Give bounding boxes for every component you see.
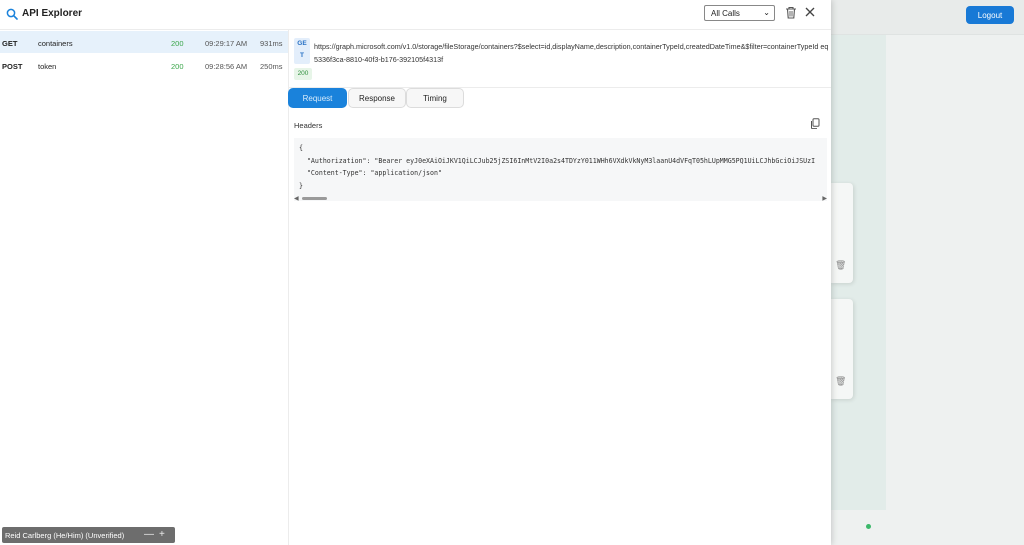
background-page: Logout 🗑 🗑 — [831, 0, 1024, 545]
call-duration: 931ms — [260, 39, 283, 48]
call-time: 09:28:56 AM — [205, 62, 248, 71]
call-status: 200 — [171, 62, 184, 71]
tab-response[interactable]: Response — [348, 88, 406, 108]
call-method: GET — [2, 39, 18, 48]
api-explorer-panel: API Explorer All Calls ⌄ GET containers … — [0, 0, 831, 545]
background-header: Logout — [831, 0, 1024, 35]
close-icon[interactable] — [804, 6, 816, 18]
call-method: POST — [2, 62, 23, 71]
tab-timing[interactable]: Timing — [406, 88, 464, 108]
call-name: token — [38, 62, 57, 71]
headers-code-block: { "Authorization": "Bearer eyJ0eXAiOiJKV… — [294, 138, 827, 201]
status-badge: 200 — [294, 68, 312, 80]
scroll-left-icon[interactable]: ◀ — [294, 195, 299, 202]
scrollbar-thumb[interactable] — [302, 197, 327, 200]
horizontal-scrollbar[interactable]: ◀ ▶ — [294, 195, 827, 202]
trash-icon[interactable] — [785, 6, 797, 19]
headers-label: Headers — [294, 121, 323, 130]
call-row[interactable]: GET containers 200 09:29:17 AM 931ms — [0, 31, 288, 53]
status-dot — [866, 524, 871, 529]
method-badge-text: GE T — [297, 40, 307, 59]
call-name: containers — [38, 39, 73, 48]
user-badge[interactable]: Reid Carlberg (He/Him) (Unverified) — + — [2, 527, 175, 543]
call-row[interactable]: POST token 200 09:28:56 AM 250ms — [0, 54, 288, 76]
user-name: Reid Carlberg (He/Him) (Unverified) — [5, 530, 125, 540]
filter-value: All Calls — [711, 8, 740, 18]
tab-request[interactable]: Request — [288, 88, 347, 108]
trash-icon: 🗑 — [835, 260, 847, 270]
background-card: 🗑 — [831, 299, 853, 399]
code-line: } — [299, 181, 303, 190]
call-status: 200 — [171, 39, 184, 48]
minimize-icon[interactable]: — — [144, 529, 154, 540]
calls-filter-select[interactable]: All Calls ⌄ — [704, 5, 775, 21]
method-badge: GE T — [294, 38, 310, 64]
panel-header: API Explorer All Calls ⌄ — [0, 0, 831, 30]
code-line: "Content-Type": "application/json" — [299, 169, 442, 177]
search-icon — [6, 8, 18, 20]
chevron-down-icon: ⌄ — [763, 8, 770, 17]
call-time: 09:29:17 AM — [205, 39, 248, 48]
request-url: https://graph.microsoft.com/v1.0/storage… — [314, 42, 829, 64]
call-duration: 250ms — [260, 62, 283, 71]
background-card: 🗑 — [831, 183, 853, 283]
add-icon[interactable]: + — [159, 529, 165, 540]
copy-icon[interactable] — [810, 118, 820, 129]
logout-button[interactable]: Logout — [966, 6, 1014, 24]
trash-icon: 🗑 — [835, 376, 847, 386]
call-list: GET containers 200 09:29:17 AM 931ms POS… — [0, 30, 289, 545]
call-detail: GE T https://graph.microsoft.com/v1.0/sto… — [288, 30, 831, 545]
code-line: "Authorization": "Bearer eyJ0eXAiOiJKV1Q… — [299, 156, 816, 165]
scroll-right-icon[interactable]: ▶ — [822, 195, 827, 202]
code-line: { — [299, 144, 303, 152]
page-title: API Explorer — [22, 8, 83, 19]
